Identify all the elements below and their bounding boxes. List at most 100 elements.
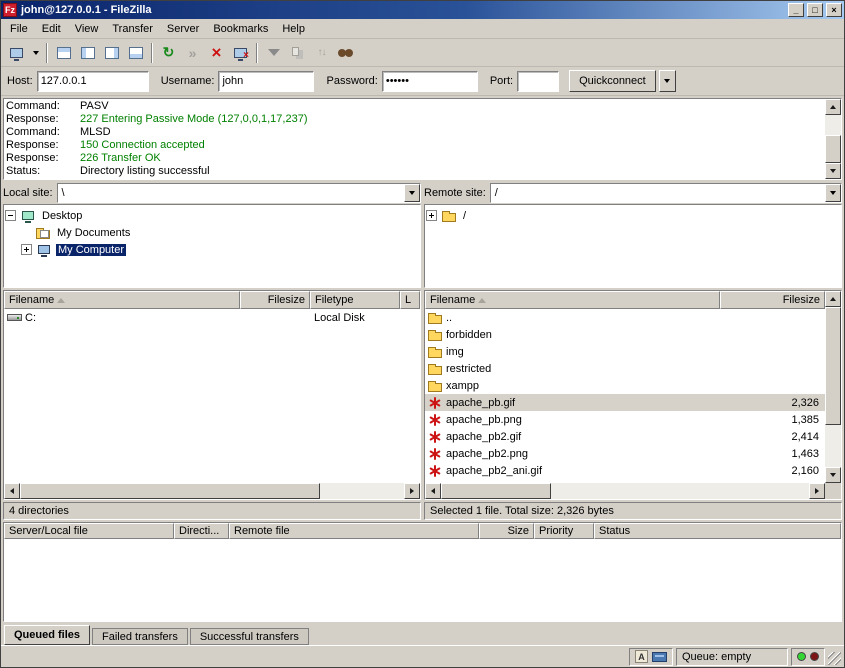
filter-button[interactable] [262, 41, 285, 64]
cancel-button[interactable] [205, 41, 228, 64]
file-row-c-drive[interactable]: C: Local Disk [4, 309, 420, 326]
menu-edit[interactable]: Edit [35, 21, 68, 37]
host-input[interactable] [37, 71, 149, 92]
password-input[interactable] [382, 71, 478, 92]
scroll-left-button[interactable] [425, 483, 441, 499]
scroll-track[interactable] [825, 425, 841, 467]
site-manager-dropdown-button[interactable] [29, 41, 42, 64]
column-header-remote-file[interactable]: Remote file [229, 523, 479, 539]
column-header-filesize[interactable]: Filesize [240, 291, 310, 309]
process-queue-button[interactable] [181, 41, 204, 64]
column-header-size[interactable]: Size [479, 523, 534, 539]
maximize-button[interactable]: □ [807, 3, 823, 17]
tab-successful-transfers[interactable]: Successful transfers [190, 628, 309, 645]
synchronized-browsing-button[interactable] [310, 41, 333, 64]
file-row[interactable]: restricted [425, 360, 825, 377]
file-row-selected[interactable]: apache_pb.gif2,326 [425, 394, 825, 411]
log-scrollbar[interactable] [825, 99, 841, 179]
column-header-status[interactable]: Status [594, 523, 841, 539]
local-site-combo[interactable]: \ [57, 183, 421, 203]
scroll-right-button[interactable] [809, 483, 825, 499]
titlebar[interactable]: Fz john@127.0.0.1 - FileZilla _ □ × [1, 1, 844, 19]
scroll-track[interactable] [825, 115, 841, 135]
toggle-queue-button[interactable] [124, 41, 147, 64]
collapse-expander-icon[interactable] [5, 210, 16, 221]
remote-list-hscrollbar[interactable] [425, 483, 825, 499]
desktop-icon [22, 211, 34, 220]
tab-failed-transfers[interactable]: Failed transfers [92, 628, 188, 645]
remote-list-body[interactable]: .. forbidden img restricted xampp apache… [425, 309, 825, 483]
image-file-icon [429, 465, 441, 477]
column-header-filesize[interactable]: Filesize [720, 291, 825, 309]
tree-item-desktop[interactable]: Desktop [5, 207, 419, 224]
quickconnect-button[interactable]: Quickconnect [569, 70, 656, 92]
close-button[interactable]: × [826, 3, 842, 17]
image-file-icon [429, 431, 441, 443]
local-list-hscrollbar[interactable] [4, 483, 420, 499]
tree-item-my-documents[interactable]: My Documents [5, 224, 419, 241]
file-name: .. [446, 312, 452, 324]
quickconnect-dropdown-button[interactable] [659, 70, 676, 92]
column-header-last-modified[interactable]: L [400, 291, 420, 309]
local-site-dropdown-button[interactable] [404, 184, 420, 202]
file-row[interactable]: img [425, 343, 825, 360]
file-row[interactable]: xampp [425, 377, 825, 394]
expand-expander-icon[interactable] [426, 210, 437, 221]
column-header-server-local-file[interactable]: Server/Local file [4, 523, 174, 539]
site-manager-button[interactable] [5, 41, 28, 64]
refresh-button[interactable] [157, 41, 180, 64]
scroll-thumb[interactable] [441, 483, 551, 499]
tree-item-my-computer[interactable]: My Computer [5, 241, 419, 258]
column-header-filename[interactable]: Filename [4, 291, 240, 309]
tab-queued-files[interactable]: Queued files [4, 625, 90, 645]
file-row[interactable]: apache_pb2.png1,463 [425, 445, 825, 462]
local-list-body[interactable]: C: Local Disk [4, 309, 420, 483]
file-row[interactable]: apache_pb2_ani.gif2,160 [425, 462, 825, 479]
folder-icon [442, 213, 456, 222]
scroll-track[interactable] [320, 483, 404, 499]
transfer-type-indicator-icon[interactable] [635, 650, 648, 663]
find-button[interactable] [334, 41, 357, 64]
speedlimit-indicator-icon[interactable] [652, 652, 667, 662]
menu-help[interactable]: Help [275, 21, 312, 37]
scroll-thumb[interactable] [20, 483, 320, 499]
file-row[interactable]: apache_pb.png1,385 [425, 411, 825, 428]
menu-file[interactable]: File [3, 21, 35, 37]
tree-item-label: Desktop [40, 210, 84, 222]
scroll-track[interactable] [551, 483, 809, 499]
tree-item-root[interactable]: / [426, 207, 840, 224]
toggle-local-tree-button[interactable] [76, 41, 99, 64]
scroll-down-button[interactable] [825, 467, 841, 483]
minimize-button[interactable]: _ [788, 3, 804, 17]
column-header-filename[interactable]: Filename [425, 291, 720, 309]
column-header-direction[interactable]: Directi... [174, 523, 229, 539]
scroll-up-button[interactable] [825, 291, 841, 307]
remote-site-dropdown-button[interactable] [825, 184, 841, 202]
scroll-thumb[interactable] [825, 135, 841, 163]
scroll-left-button[interactable] [4, 483, 20, 499]
scroll-down-button[interactable] [825, 163, 841, 179]
menu-bookmarks[interactable]: Bookmarks [206, 21, 275, 37]
menu-server[interactable]: Server [160, 21, 206, 37]
resize-grip[interactable] [828, 652, 841, 665]
disconnect-button[interactable] [229, 41, 252, 64]
file-row[interactable]: forbidden [425, 326, 825, 343]
port-input[interactable] [517, 71, 559, 92]
file-row[interactable]: apache_pb2.gif2,414 [425, 428, 825, 445]
file-row[interactable]: .. [425, 309, 825, 326]
scroll-thumb[interactable] [825, 307, 841, 425]
username-input[interactable] [218, 71, 314, 92]
remote-list-vscrollbar[interactable] [825, 291, 841, 483]
toggle-remote-tree-button[interactable] [100, 41, 123, 64]
queue-body[interactable] [4, 539, 841, 621]
toggle-message-log-button[interactable] [52, 41, 75, 64]
menu-view[interactable]: View [68, 21, 106, 37]
column-header-filetype[interactable]: Filetype [310, 291, 400, 309]
column-header-priority[interactable]: Priority [534, 523, 594, 539]
menu-transfer[interactable]: Transfer [105, 21, 160, 37]
expand-expander-icon[interactable] [21, 244, 32, 255]
remote-site-combo[interactable]: / [490, 183, 842, 203]
scroll-right-button[interactable] [404, 483, 420, 499]
compare-button[interactable] [286, 41, 309, 64]
scroll-up-button[interactable] [825, 99, 841, 115]
